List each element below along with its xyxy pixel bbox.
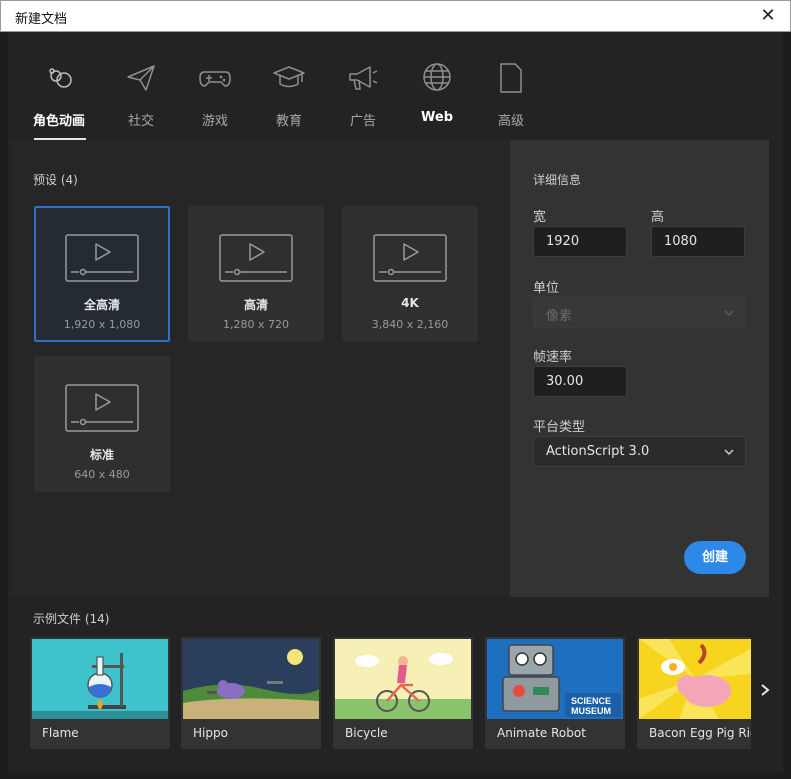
preset-name: 高清 bbox=[243, 298, 268, 312]
unit-label: 单位 bbox=[533, 281, 560, 296]
gamepad-icon bbox=[199, 71, 231, 87]
graduation-cap-icon bbox=[273, 66, 305, 88]
preset-dimensions: 1,280 x 720 bbox=[223, 318, 289, 331]
platform-value: ActionScript 3.0 bbox=[546, 444, 650, 459]
tab-education[interactable]: 教育 bbox=[254, 62, 324, 140]
sample-name: Hippo bbox=[193, 726, 228, 740]
tab-label: 角色动画 bbox=[32, 114, 85, 129]
unit-value: 像素 bbox=[546, 309, 573, 324]
presets-heading: 预设 (4) bbox=[33, 173, 78, 187]
category-tabs: 角色动画 社交 游戏 教育 广告 Web 高级 bbox=[8, 32, 783, 140]
video-preset-icon bbox=[373, 234, 447, 282]
tab-advanced[interactable]: 高级 bbox=[476, 62, 546, 140]
sample-name: Bicycle bbox=[345, 726, 388, 740]
preset-dimensions: 3,840 x 2,160 bbox=[371, 318, 449, 331]
tab-label: Web bbox=[421, 110, 453, 125]
close-icon[interactable]: ✕ bbox=[760, 7, 776, 25]
tab-web[interactable]: Web bbox=[402, 62, 472, 140]
tab-label: 广告 bbox=[349, 114, 376, 129]
height-value: 1080 bbox=[664, 234, 698, 249]
sample-thumbnail bbox=[183, 639, 319, 719]
samples-heading: 示例文件 (14) bbox=[33, 612, 110, 626]
svg-text:SCIENCE: SCIENCE bbox=[571, 696, 611, 706]
details-heading: 详细信息 bbox=[533, 173, 582, 187]
chevron-down-icon bbox=[724, 310, 734, 317]
preset-card-standard[interactable]: 标准 640 x 480 bbox=[34, 356, 170, 492]
preset-name: 4K bbox=[401, 296, 419, 310]
sample-thumbnail: SCIENCE MUSEUM bbox=[487, 639, 623, 719]
frame-rate-value: 30.00 bbox=[546, 374, 584, 389]
presets-area: 预设 (4) 全高清 1,920 x 1,080 高清 1,280 x 720 bbox=[10, 140, 769, 597]
height-label: 高 bbox=[651, 210, 665, 225]
tab-social[interactable]: 社交 bbox=[106, 62, 176, 140]
preset-name: 全高清 bbox=[83, 298, 120, 312]
sample-card-bicycle[interactable]: Bicycle bbox=[333, 637, 473, 749]
sample-card-bacon-egg-pig-rider[interactable]: Bacon Egg Pig Rider bbox=[637, 637, 751, 749]
svg-text:MUSEUM: MUSEUM bbox=[571, 706, 611, 716]
width-value: 1920 bbox=[546, 234, 580, 249]
video-preset-icon bbox=[65, 234, 139, 282]
window-title: 新建文档 bbox=[15, 12, 68, 27]
sample-name: Flame bbox=[42, 726, 79, 740]
new-document-dialog: 角色动画 社交 游戏 教育 广告 Web 高级 预设 (4) 全高清 1,920… bbox=[8, 32, 783, 773]
paper-plane-icon bbox=[127, 65, 155, 91]
frame-rate-label: 帧速率 bbox=[533, 350, 573, 365]
tab-label: 社交 bbox=[127, 114, 154, 129]
video-preset-icon bbox=[65, 384, 139, 432]
platform-label: 平台类型 bbox=[533, 420, 586, 435]
preset-dimensions: 1,920 x 1,080 bbox=[63, 318, 141, 331]
create-button[interactable]: 创建 bbox=[684, 541, 746, 574]
tab-advertising[interactable]: 广告 bbox=[328, 62, 398, 140]
tab-label: 游戏 bbox=[201, 114, 228, 129]
chevron-down-icon bbox=[724, 449, 734, 456]
unit-select[interactable]: 像素 bbox=[533, 297, 746, 328]
preset-card-hd[interactable]: 高清 1,280 x 720 bbox=[188, 206, 324, 342]
width-label: 宽 bbox=[533, 210, 547, 225]
sample-thumbnail bbox=[32, 639, 168, 719]
sample-thumbnail bbox=[639, 639, 751, 719]
sample-card-animate-robot[interactable]: SCIENCE MUSEUM Animate Robot bbox=[485, 637, 625, 749]
video-preset-icon bbox=[219, 234, 293, 282]
chevron-right-icon[interactable] bbox=[760, 683, 770, 697]
sample-name: Bacon Egg Pig Rider bbox=[649, 726, 751, 740]
preset-card-4k[interactable]: 4K 3,840 x 2,160 bbox=[342, 206, 478, 342]
megaphone-icon bbox=[349, 66, 378, 90]
tab-label: 高级 bbox=[497, 114, 524, 129]
title-bar: 新建文档 ✕ bbox=[0, 0, 791, 32]
character-animation-icon bbox=[49, 68, 72, 88]
tab-label: 教育 bbox=[275, 114, 302, 129]
tab-games[interactable]: 游戏 bbox=[180, 62, 250, 140]
tab-character-animation[interactable]: 角色动画 bbox=[24, 62, 94, 140]
sample-card-hippo[interactable]: Hippo bbox=[181, 637, 321, 749]
height-input[interactable]: 1080 bbox=[651, 226, 745, 257]
preset-card-full-hd[interactable]: 全高清 1,920 x 1,080 bbox=[34, 206, 170, 342]
sample-name: Animate Robot bbox=[497, 726, 586, 740]
sample-card-flame[interactable]: Flame bbox=[30, 637, 170, 749]
details-panel: 详细信息 宽 1920 高 1080 单位 像素 帧速率 30.00 平台类型 bbox=[510, 140, 769, 597]
width-input[interactable]: 1920 bbox=[533, 226, 627, 257]
document-icon bbox=[500, 63, 522, 93]
frame-rate-input[interactable]: 30.00 bbox=[533, 366, 627, 397]
preset-name: 标准 bbox=[89, 448, 114, 462]
sample-thumbnail bbox=[335, 639, 471, 719]
preset-dimensions: 640 x 480 bbox=[74, 468, 130, 481]
platform-select[interactable]: ActionScript 3.0 bbox=[533, 436, 746, 467]
globe-icon bbox=[423, 63, 451, 91]
